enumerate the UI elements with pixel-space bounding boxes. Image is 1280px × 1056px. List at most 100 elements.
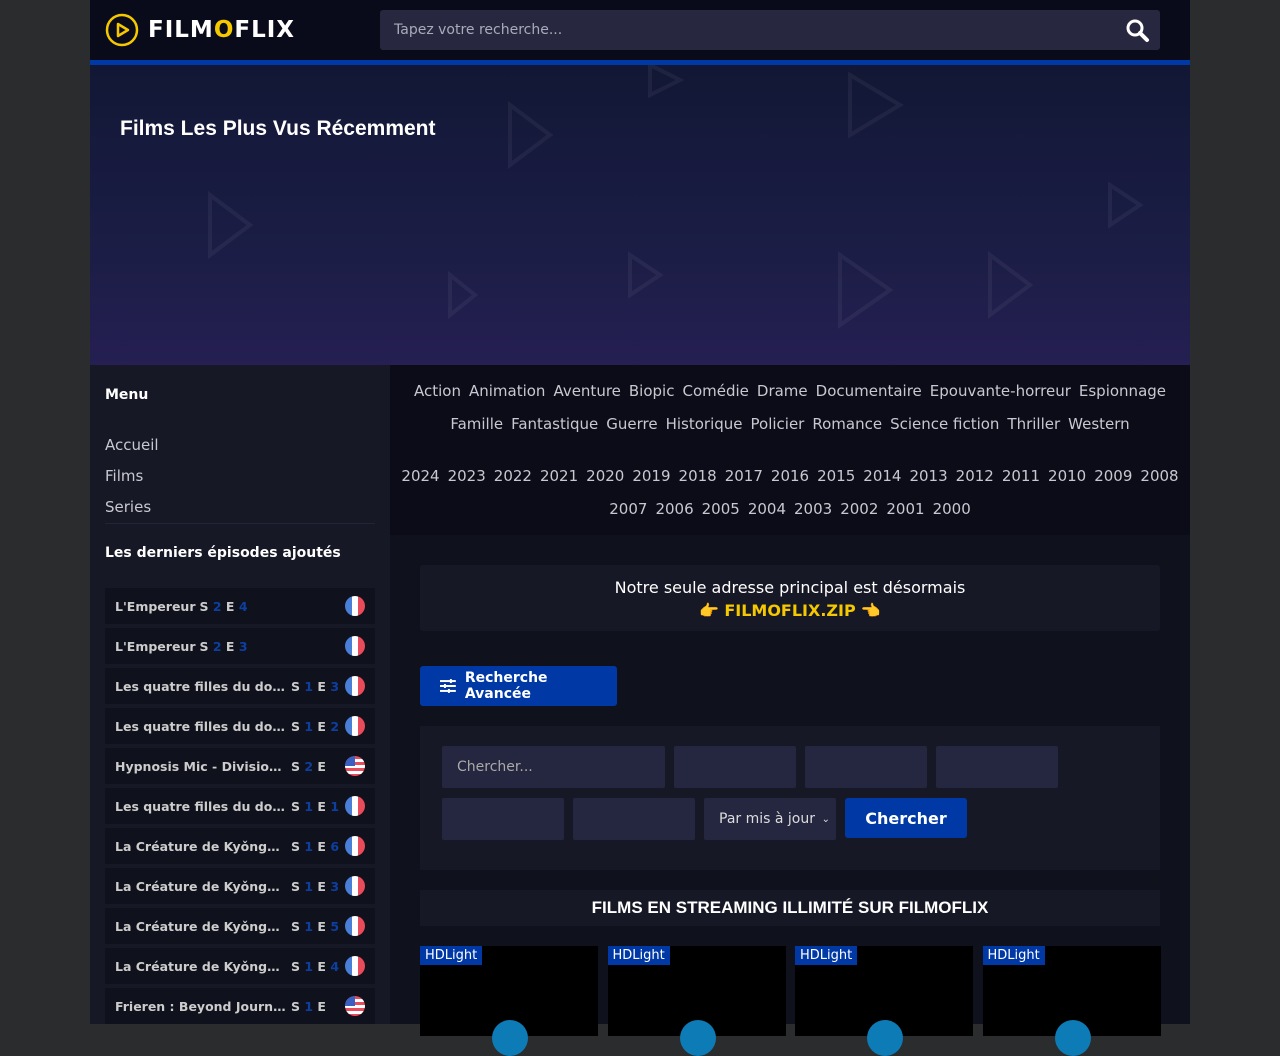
filter-select-1[interactable] xyxy=(674,746,796,788)
episode-number: 3 xyxy=(330,878,340,894)
year-link[interactable]: 2009 xyxy=(1094,467,1132,485)
genre-link[interactable]: Thriller xyxy=(1007,415,1060,433)
year-link[interactable]: 2004 xyxy=(748,500,786,518)
sidebar-link-films[interactable]: Films xyxy=(105,467,143,485)
sidebar-link-series[interactable]: Series xyxy=(105,498,151,516)
search-input[interactable]: Tapez votre recherche... xyxy=(380,10,1160,50)
year-link[interactable]: 2007 xyxy=(609,500,647,518)
filter-select-2[interactable] xyxy=(805,746,927,788)
genre-link[interactable]: Comédie xyxy=(682,382,748,400)
filter-select-5[interactable] xyxy=(573,798,695,840)
menu-title: Menu xyxy=(105,387,149,403)
genre-link[interactable]: Aventure xyxy=(553,382,620,400)
genre-link[interactable]: Guerre xyxy=(606,415,657,433)
genre-link[interactable]: Espionnage xyxy=(1079,382,1166,400)
advanced-search-button[interactable]: Recherche Avancée xyxy=(420,666,617,706)
year-link[interactable]: 2024 xyxy=(401,467,439,485)
quality-badge: HDLight xyxy=(607,946,670,965)
filter-select-4[interactable] xyxy=(442,798,564,840)
episode-label: E xyxy=(313,958,331,974)
episode-label: E xyxy=(313,678,331,694)
episode-number: 2 xyxy=(330,718,340,734)
year-link[interactable]: 2021 xyxy=(540,467,578,485)
genre-link[interactable]: Science fiction xyxy=(890,415,999,433)
episode-item[interactable]: La Créature de Kyǒngsǒng S 1 E 5 xyxy=(105,908,375,944)
year-link[interactable]: 2005 xyxy=(702,500,740,518)
year-link[interactable]: 2020 xyxy=(586,467,624,485)
episode-item[interactable]: La Créature de Kyǒngsǒng S 1 E 3 xyxy=(105,868,375,904)
season-number: 2 xyxy=(212,638,222,654)
logo[interactable]: FILMOFLIX xyxy=(105,13,295,47)
year-link[interactable]: 2018 xyxy=(679,467,717,485)
year-link[interactable]: 2022 xyxy=(494,467,532,485)
genre-link[interactable]: Action xyxy=(414,382,461,400)
logo-text: FILM xyxy=(148,17,214,43)
season-label: S xyxy=(291,798,305,814)
genre-link[interactable]: Western xyxy=(1068,415,1130,433)
filter-select-3[interactable] xyxy=(936,746,1058,788)
episode-title: La Créature de Kyǒngsǒng xyxy=(115,878,287,894)
sidebar-link-accueil[interactable]: Accueil xyxy=(105,436,159,454)
year-link[interactable]: 2012 xyxy=(956,467,994,485)
year-link[interactable]: 2001 xyxy=(886,500,924,518)
genre-link[interactable]: Historique xyxy=(666,415,743,433)
french-flag-icon xyxy=(345,636,365,656)
play-icon xyxy=(679,1020,716,1056)
sort-select[interactable]: Par mis à jour ⌄ xyxy=(704,798,836,840)
movie-card[interactable]: HDLight xyxy=(607,946,786,1056)
hero-banner: Films Les Plus Vus Récemment xyxy=(90,65,1190,365)
episode-item[interactable]: Frieren : Beyond Journey'...S 1 E xyxy=(105,988,375,1024)
genre-link[interactable]: Animation xyxy=(469,382,545,400)
movie-card[interactable]: HDLight xyxy=(420,946,598,1056)
french-flag-icon xyxy=(345,676,365,696)
episode-item[interactable]: La Créature de Kyǒngsǒng S 1 E 6 xyxy=(105,828,375,864)
genre-link[interactable]: Famille xyxy=(450,415,503,433)
episode-item[interactable]: Les quatre filles du docte...S 1 E 2 xyxy=(105,708,375,744)
keyword-input[interactable]: Chercher... xyxy=(442,746,665,788)
search-submit-button[interactable]: Chercher xyxy=(845,798,967,838)
sidebar: Menu Accueil Films Series Les derniers é… xyxy=(90,365,390,1024)
year-link[interactable]: 2008 xyxy=(1140,467,1178,485)
genre-link[interactable]: Documentaire xyxy=(816,382,922,400)
year-link[interactable]: 2003 xyxy=(794,500,832,518)
episode-label: E xyxy=(313,798,331,814)
genre-link[interactable]: Policier xyxy=(751,415,805,433)
episode-item[interactable]: La Créature de Kyǒngsǒng S 1 E 4 xyxy=(105,948,375,984)
year-link[interactable]: 2006 xyxy=(655,500,693,518)
episode-item[interactable]: Hypnosis Mic - Division Ra...S 2 E xyxy=(105,748,375,784)
year-link[interactable]: 2013 xyxy=(909,467,947,485)
episode-item[interactable]: Les quatre filles du docte...S 1 E 3 xyxy=(105,668,375,704)
search-icon[interactable] xyxy=(1124,17,1150,43)
year-link[interactable]: 2019 xyxy=(632,467,670,485)
movie-card[interactable]: HDLight xyxy=(795,946,973,1056)
genre-link[interactable]: Epouvante-horreur xyxy=(930,382,1071,400)
pointing-left-icon: 👈 xyxy=(860,601,881,620)
genre-link[interactable]: Romance xyxy=(812,415,882,433)
vostfr-flag-icon xyxy=(345,756,365,776)
year-link[interactable]: 2002 xyxy=(840,500,878,518)
genre-year-nav: Action Animation Aventure Biopic Comédie Dram… xyxy=(390,365,1190,535)
genre-link[interactable]: Biopic xyxy=(629,382,675,400)
episode-number: 5 xyxy=(330,918,340,934)
year-link[interactable]: 2010 xyxy=(1048,467,1086,485)
season-label: S xyxy=(291,678,305,694)
divider xyxy=(105,523,375,524)
episode-item[interactable]: L'Empereur S 2 E 3 xyxy=(105,628,375,664)
year-link[interactable]: 2016 xyxy=(771,467,809,485)
movie-card[interactable]: HDLight xyxy=(982,946,1161,1056)
sort-value: Par mis à jour xyxy=(719,811,815,827)
episode-label: E xyxy=(313,878,331,894)
episode-item[interactable]: Les quatre filles du docte...S 1 E 1 xyxy=(105,788,375,824)
year-link[interactable]: 2000 xyxy=(933,500,971,518)
genre-link[interactable]: Drame xyxy=(757,382,808,400)
episode-item[interactable]: L'Empereur S 2 E 4 xyxy=(105,588,375,624)
year-link[interactable]: 2017 xyxy=(725,467,763,485)
year-link[interactable]: 2014 xyxy=(863,467,901,485)
pointing-right-icon: 👉 xyxy=(699,601,720,620)
year-link[interactable]: 2015 xyxy=(817,467,855,485)
season-label: S xyxy=(199,598,213,614)
year-link[interactable]: 2011 xyxy=(1002,467,1040,485)
notice-link[interactable]: FILMOFLIX.ZIP xyxy=(724,601,855,620)
year-link[interactable]: 2023 xyxy=(448,467,486,485)
genre-link[interactable]: Fantastique xyxy=(511,415,598,433)
